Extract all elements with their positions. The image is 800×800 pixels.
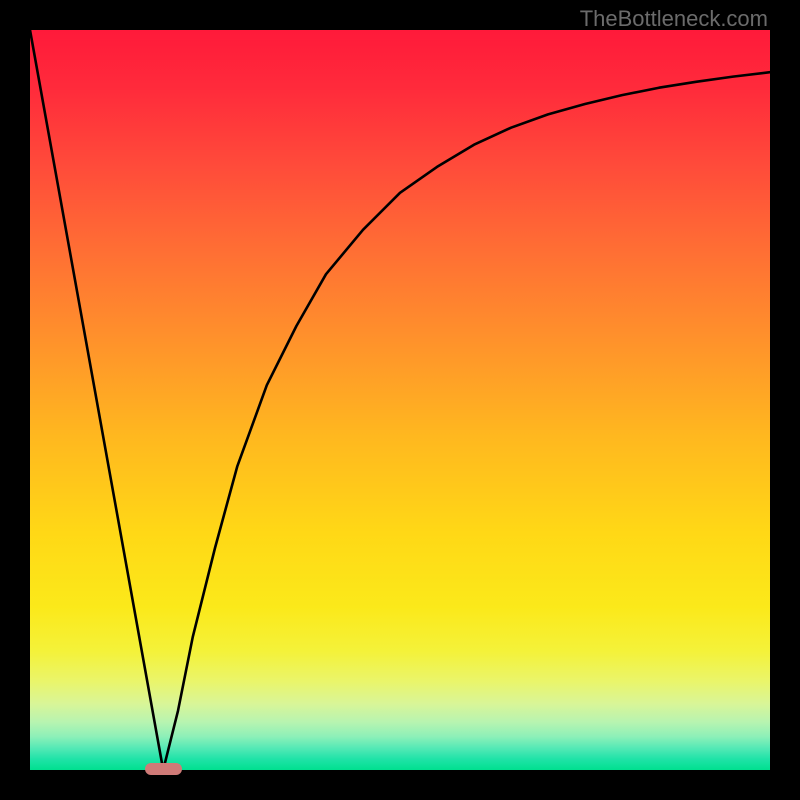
plot-area <box>30 30 770 770</box>
chart-container: TheBottleneck.com <box>0 0 800 800</box>
bottleneck-curve <box>30 30 770 770</box>
optimum-marker <box>145 763 182 774</box>
watermark-text: TheBottleneck.com <box>580 6 768 32</box>
curve-svg <box>30 30 770 770</box>
